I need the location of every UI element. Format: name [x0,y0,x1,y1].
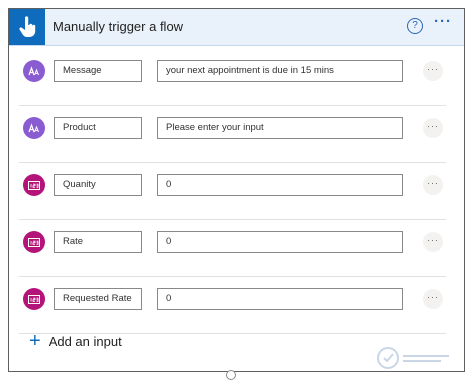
row-more-icon[interactable]: ··· [423,175,443,195]
row-more-icon[interactable]: ··· [423,118,443,138]
card-title: Manually trigger a flow [53,19,184,34]
number-type-icon [23,174,45,196]
text-type-icon [23,117,45,139]
input-value-field[interactable]: 0 [157,174,403,196]
plus-icon: + [29,330,41,352]
input-row: Message your next appointment is due in 1… [9,49,464,106]
add-input-label: Add an input [48,333,122,349]
card-header[interactable]: Manually trigger a flow ? ··· [9,9,464,46]
input-name-field[interactable]: Product [54,117,142,139]
hand-pointer-icon [9,9,45,45]
number-type-icon [23,288,45,310]
input-value-field[interactable]: 0 [157,288,403,310]
input-row: Requested Rate 0 ··· [9,277,464,334]
help-icon[interactable]: ? [407,18,423,34]
trigger-card: Manually trigger a flow ? ··· Message you… [8,8,465,372]
add-input-button[interactable]: + Add an input [29,331,122,351]
input-row: Quanity 0 ··· [9,163,464,220]
row-more-icon[interactable]: ··· [423,61,443,81]
row-more-icon[interactable]: ··· [423,232,443,252]
input-name-field[interactable]: Rate [54,231,142,253]
input-name-field[interactable]: Requested Rate [54,288,142,310]
input-row: Rate 0 ··· [9,220,464,277]
add-step-connector[interactable] [226,370,236,380]
more-options-icon[interactable]: ··· [434,13,452,30]
text-type-icon [23,60,45,82]
input-value-field[interactable]: Please enter your input [157,117,403,139]
input-name-field[interactable]: Quanity [54,174,142,196]
input-value-field[interactable]: 0 [157,231,403,253]
input-row: Product Please enter your input ··· [9,106,464,163]
input-value-field[interactable]: your next appointment is due in 15 mins [157,60,403,82]
input-name-field[interactable]: Message [54,60,142,82]
row-more-icon[interactable]: ··· [423,289,443,309]
number-type-icon [23,231,45,253]
watermark-logo [375,343,455,371]
